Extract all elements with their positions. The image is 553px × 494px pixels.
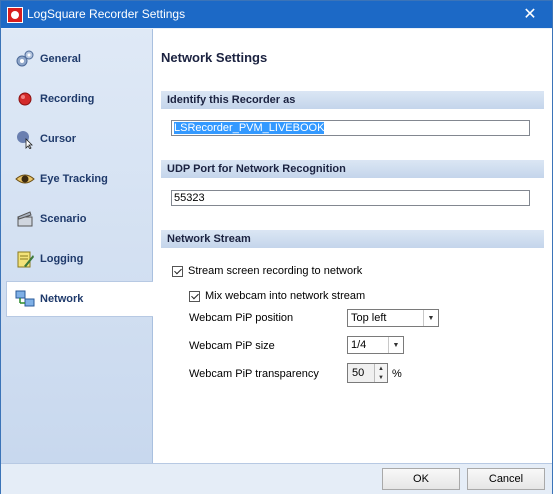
- chevron-down-icon: ▼: [388, 337, 403, 353]
- pip-size-label: Webcam PiP size: [189, 340, 275, 352]
- sidebar-item-label: Scenario: [40, 213, 87, 225]
- sidebar-item-cursor[interactable]: Cursor: [7, 122, 150, 156]
- settings-panel: Network Settings Identify this Recorder …: [153, 29, 552, 463]
- pip-transparency-label: Webcam PiP transparency: [189, 368, 319, 380]
- cancel-button[interactable]: Cancel: [467, 468, 545, 490]
- section-header-udp: UDP Port for Network Recognition: [161, 160, 544, 178]
- stepper-down-icon[interactable]: ▼: [375, 373, 387, 382]
- udp-port-value: 55323: [174, 192, 205, 204]
- section-header-network-stream: Network Stream: [161, 230, 544, 248]
- pip-size-value: 1/4: [351, 339, 367, 351]
- sidebar-item-label: Recording: [40, 93, 95, 105]
- udp-port-field[interactable]: 55323: [171, 190, 530, 206]
- sidebar-item-label: Network: [40, 293, 84, 305]
- sidebar-item-recording[interactable]: Recording: [7, 82, 150, 116]
- sidebar-item-label: Eye Tracking: [40, 173, 108, 185]
- pip-position-select[interactable]: Top left ▼: [347, 309, 439, 327]
- cursor-icon: [14, 128, 36, 150]
- gears-icon: [14, 48, 36, 70]
- close-icon[interactable]: ✕: [508, 1, 552, 28]
- recorder-name-value: LSRecorder_PVM_LIVEBOOK: [174, 122, 325, 134]
- sidebar-item-logging[interactable]: Logging: [7, 242, 150, 276]
- stepper-up-icon[interactable]: ▲: [375, 364, 387, 373]
- chevron-down-icon: ▼: [423, 310, 438, 326]
- page-title: Network Settings: [161, 50, 268, 65]
- sidebar-item-label: Logging: [40, 253, 84, 265]
- section-header-identify: Identify this Recorder as: [161, 91, 544, 109]
- sidebar-item-label: Cursor: [40, 133, 77, 145]
- pip-transparency-value: 50: [352, 367, 365, 379]
- title-bar: LogSquare Recorder Settings ✕: [1, 1, 552, 28]
- eye-icon: [14, 168, 36, 190]
- sidebar-item-label: General: [40, 53, 81, 65]
- mix-webcam-checkbox[interactable]: Mix webcam into network stream: [189, 290, 365, 302]
- stream-to-network-checkbox[interactable]: Stream screen recording to network: [172, 265, 362, 277]
- window-title: LogSquare Recorder Settings: [27, 7, 186, 21]
- ok-button[interactable]: OK: [382, 468, 460, 490]
- network-computers-icon: [14, 288, 36, 310]
- app-logo-icon: [7, 7, 23, 23]
- sidebar-item-network[interactable]: Network: [6, 281, 153, 317]
- checkbox-checked-icon: [189, 290, 200, 302]
- stream-to-network-label: Stream screen recording to network: [188, 265, 363, 277]
- sidebar-item-eye-tracking[interactable]: Eye Tracking: [7, 162, 150, 196]
- sidebar-item-general[interactable]: General: [7, 42, 150, 76]
- settings-sidebar: General Recording Cursor Eye Tracking Sc…: [1, 29, 153, 463]
- pip-size-select[interactable]: 1/4 ▼: [347, 336, 404, 354]
- clapperboard-icon: [14, 208, 36, 230]
- pip-transparency-unit: %: [392, 368, 402, 380]
- record-dot-icon: [14, 88, 36, 110]
- checkbox-checked-icon: [172, 265, 183, 277]
- notepad-pencil-icon: [14, 248, 36, 270]
- settings-window: LogSquare Recorder Settings ✕ General Re…: [0, 0, 553, 494]
- sidebar-item-scenario[interactable]: Scenario: [7, 202, 150, 236]
- dialog-footer: OK Cancel: [1, 463, 552, 494]
- pip-position-value: Top left: [351, 312, 387, 324]
- stepper-buttons[interactable]: ▲ ▼: [374, 364, 387, 382]
- pip-transparency-stepper[interactable]: 50 ▲ ▼: [347, 363, 388, 383]
- recorder-name-field[interactable]: LSRecorder_PVM_LIVEBOOK: [171, 120, 530, 136]
- mix-webcam-label: Mix webcam into network stream: [205, 290, 366, 302]
- pip-position-label: Webcam PiP position: [189, 312, 294, 324]
